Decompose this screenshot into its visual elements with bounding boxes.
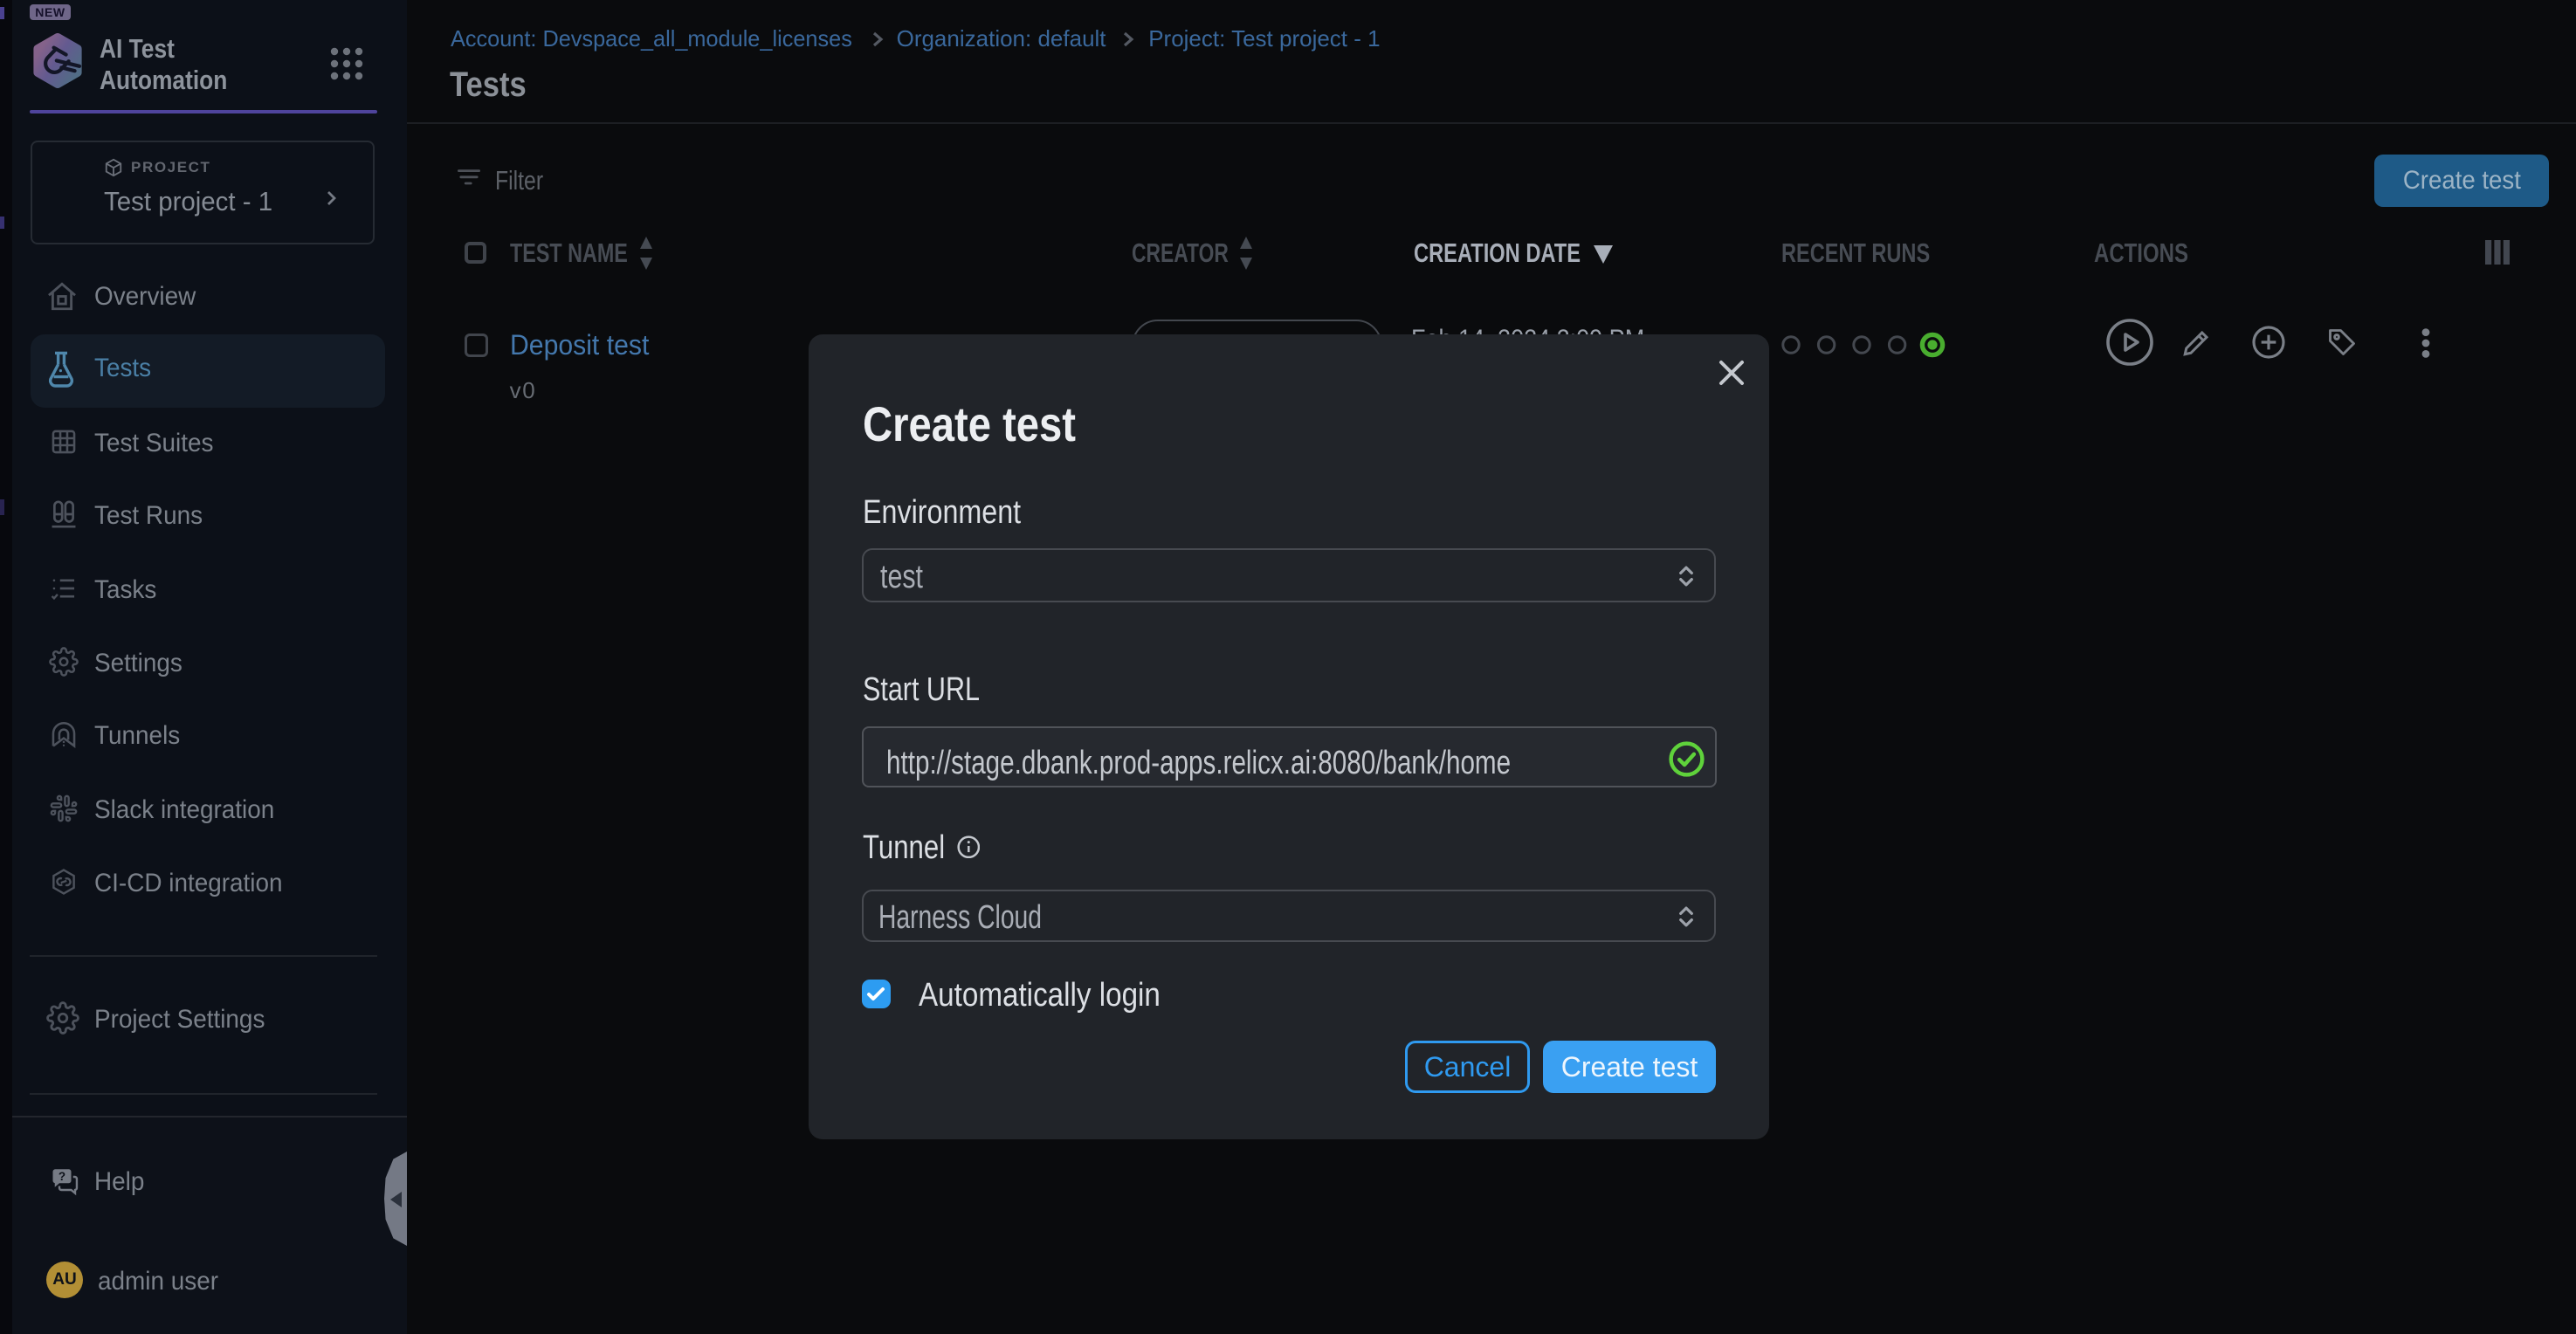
svg-text:?: ? xyxy=(59,1170,65,1183)
